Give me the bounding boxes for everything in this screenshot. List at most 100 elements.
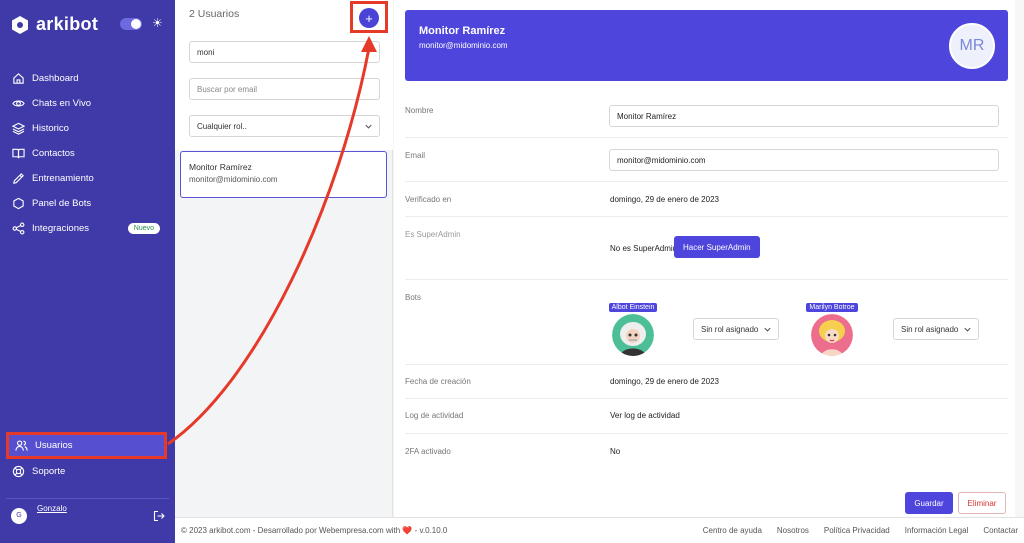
user-filters: 2 Usuarios + moni Buscar por email Cualq… (175, 0, 393, 150)
role-filter-value: Cualquier rol.. (197, 121, 247, 131)
sidebar-nav: Dashboard Chats en Vivo Historico Contac… (0, 66, 175, 241)
bot-name: Albot Einstein (608, 303, 658, 312)
verificado-label: Verificado en (405, 195, 452, 204)
row-nombre: Nombre Monitor Ramírez (405, 96, 1008, 138)
bot-role-value: Sin rol asignado (701, 324, 759, 334)
sidebar-item-dashboard[interactable]: Dashboard (0, 66, 175, 91)
sidebar-item-usuarios[interactable]: Usuarios (6, 432, 167, 459)
save-button[interactable]: Guardar (905, 492, 953, 514)
app-name: arkibot (36, 14, 99, 34)
delete-button[interactable]: Eliminar (958, 492, 1006, 514)
bot-role-value: Sin rol asignado (901, 324, 959, 334)
users-count-title: 2 Usuarios (189, 8, 240, 20)
email-field[interactable]: monitor@midominio.com (609, 149, 999, 171)
brand[interactable]: arkibot (12, 14, 98, 35)
role-filter-select[interactable]: Cualquier rol.. (189, 115, 380, 137)
current-user: G Gonzalo (6, 498, 169, 532)
nombre-field[interactable]: Monitor Ramírez (609, 105, 999, 127)
list-item[interactable]: Monitor Ramírez monitor@midominio.com (180, 151, 387, 198)
bot-card-albot[interactable]: Albot Einstein (603, 301, 663, 358)
row-log: Log de actividad Ver log de actividad (405, 399, 1008, 434)
sidebar-item-historico[interactable]: Historico (0, 116, 175, 141)
username-link[interactable]: Gonzalo (37, 504, 67, 513)
logout-icon[interactable] (153, 510, 165, 522)
footer-links: Centro de ayuda Nosotros Política Privac… (703, 526, 1018, 535)
superadmin-label: Es SuperAdmin (405, 230, 461, 239)
new-badge: Nuevo (127, 223, 160, 234)
sidebar-item-soporte[interactable]: Soporte (0, 459, 175, 484)
list-item-email: monitor@midominio.com (189, 175, 278, 184)
bot-role-select-albot[interactable]: Sin rol asignado (693, 318, 779, 340)
sidebar-item-label: Dashboard (32, 73, 79, 84)
user-header-card: Monitor Ramírez monitor@midominio.com MR (405, 10, 1008, 81)
home-icon (13, 73, 24, 84)
row-2fa: 2FA activado No (405, 434, 1008, 469)
list-item-name: Monitor Ramírez (189, 162, 252, 172)
footer-link-contactar[interactable]: Contactar (983, 526, 1018, 535)
footer-link-ayuda[interactable]: Centro de ayuda (703, 526, 762, 535)
fecha-value: domingo, 29 de enero de 2023 (610, 377, 719, 386)
chevron-down-icon (365, 124, 372, 129)
add-user-button[interactable]: + (359, 8, 379, 28)
scrollbar[interactable] (1015, 0, 1024, 517)
footer-link-legal[interactable]: Información Legal (905, 526, 969, 535)
bots-label: Bots (405, 293, 422, 302)
sidebar-item-chats[interactable]: Chats en Vivo (0, 91, 175, 116)
lifebuoy-icon (12, 465, 25, 478)
chevron-down-icon (764, 327, 771, 332)
sidebar-item-label: Soporte (32, 466, 66, 477)
eye-icon (12, 100, 25, 107)
theme-toggle[interactable] (120, 18, 142, 30)
sidebar-item-label: Historico (32, 123, 69, 134)
avatar: MR (949, 23, 995, 69)
layers-icon (12, 122, 25, 135)
sidebar: arkibot ☀ Dashboard Chats en Vivo Histor… (0, 0, 175, 543)
add-user-highlight: + (350, 1, 388, 33)
bot-role-select-marilyn[interactable]: Sin rol asignado (893, 318, 979, 340)
sidebar-item-label: Panel de Bots (32, 198, 92, 209)
row-verificado: Verificado en domingo, 29 de enero de 20… (405, 182, 1008, 217)
sidebar-item-contactos[interactable]: Contactos (0, 141, 175, 166)
search-email-placeholder: Buscar por email (197, 84, 258, 94)
make-superadmin-button[interactable]: Hacer SuperAdmin (674, 236, 760, 258)
fecha-label: Fecha de creación (405, 377, 471, 386)
superadmin-value: No es SuperAdmin (610, 244, 678, 253)
avatar[interactable]: G (11, 507, 27, 524)
footer: © 2023 arkibot.com - Desarrollado por We… (175, 517, 1024, 543)
sidebar-item-label: Entrenamiento (32, 173, 94, 184)
search-name-input[interactable]: moni (189, 41, 380, 63)
arkibot-logo-icon (12, 15, 28, 34)
log-label: Log de actividad (405, 411, 464, 420)
row-fecha: Fecha de creación domingo, 29 de enero d… (405, 365, 1008, 399)
bot-name: Marilyn Botroe (806, 303, 858, 312)
row-email: Email monitor@midominio.com (405, 138, 1008, 182)
search-email-input[interactable]: Buscar por email (189, 78, 380, 100)
twofa-label: 2FA activado (405, 447, 451, 456)
copyright-text: © 2023 arkibot.com - Desarrollado por We… (181, 526, 401, 535)
sun-icon: ☀ (152, 16, 163, 30)
bot-card-marilyn[interactable]: Marilyn Botroe (802, 301, 862, 358)
view-log-link[interactable]: Ver log de actividad (610, 411, 680, 420)
verificado-value: domingo, 29 de enero de 2023 (610, 195, 719, 204)
sidebar-item-label: Contactos (32, 148, 75, 159)
sidebar-item-panel-bots[interactable]: Panel de Bots (0, 191, 175, 216)
bot-avatar-einstein (612, 314, 654, 356)
user-list-panel: 2 Usuarios + moni Buscar por email Cualq… (175, 0, 393, 517)
copyright: © 2023 arkibot.com - Desarrollado por We… (181, 526, 447, 535)
book-icon (12, 148, 25, 159)
sidebar-bottom-nav: Usuarios Soporte (0, 432, 175, 484)
sidebar-item-label: Integraciones (32, 223, 90, 234)
sidebar-item-integraciones[interactable]: Integraciones Nuevo (0, 216, 175, 241)
heart-icon: ❤️ (402, 526, 413, 535)
email-label: Email (405, 151, 426, 160)
sidebar-item-entrenamiento[interactable]: Entrenamiento (0, 166, 175, 191)
share-icon (12, 222, 25, 235)
user-detail-panel: Monitor Ramírez monitor@midominio.com MR… (394, 0, 1024, 517)
nombre-label: Nombre (405, 106, 434, 115)
version-text: - v.0.10.0 (414, 526, 448, 535)
users-icon (15, 440, 28, 451)
chevron-down-icon (964, 327, 971, 332)
sidebar-item-label: Usuarios (35, 440, 73, 451)
footer-link-privacidad[interactable]: Política Privacidad (824, 526, 890, 535)
footer-link-nosotros[interactable]: Nosotros (777, 526, 809, 535)
